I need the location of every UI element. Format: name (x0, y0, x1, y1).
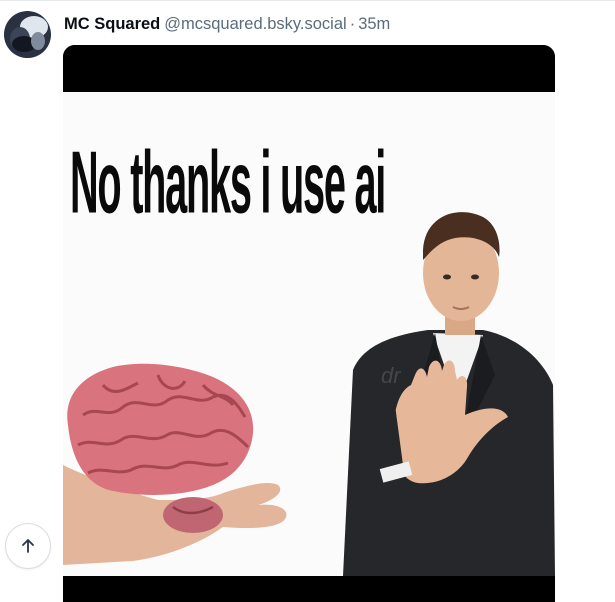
avatar-image (4, 11, 51, 58)
author-avatar[interactable] (4, 11, 51, 58)
meme-caption: No thanks i use ai (70, 132, 386, 232)
meme-image (63, 45, 555, 602)
author-name[interactable]: MC Squared (64, 15, 160, 33)
post-image[interactable]: No thanks i use ai dr (63, 45, 555, 602)
letterbox-bottom (63, 576, 555, 602)
letterbox-top (63, 45, 555, 92)
post-timestamp[interactable]: 35m (358, 15, 390, 33)
stock-watermark: dr (381, 363, 401, 388)
post-header: MC Squared @mcsquared.bsky.social · 35m (64, 14, 390, 34)
author-handle[interactable]: @mcsquared.bsky.social (164, 15, 346, 33)
arrow-up-icon (22, 539, 34, 553)
scroll-to-top-button[interactable] (5, 523, 51, 569)
top-divider (0, 0, 615, 1)
separator-dot: · (349, 15, 356, 33)
